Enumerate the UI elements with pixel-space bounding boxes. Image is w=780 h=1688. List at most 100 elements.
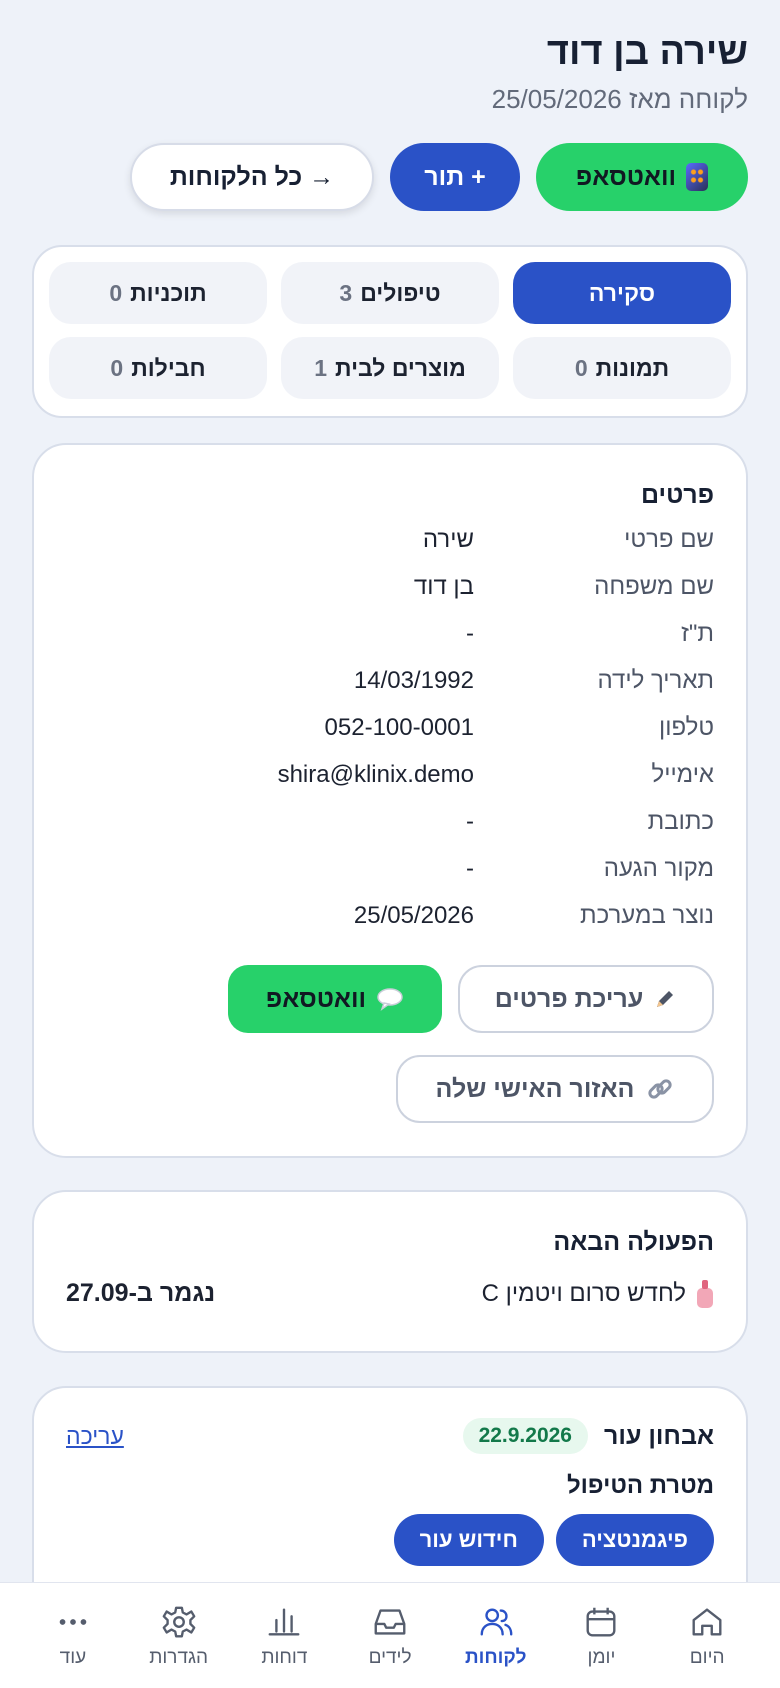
tab-count: 1 xyxy=(314,354,328,381)
all-clients-label: → כל הלקוחות xyxy=(169,162,335,191)
detail-label: נוצר במערכת xyxy=(579,901,714,929)
tab-photos[interactable]: תמונות 0 xyxy=(513,337,731,399)
detail-value: 14/03/1992 xyxy=(353,666,474,694)
skin-exam-date-badge: 22.9.2026 xyxy=(462,1418,588,1454)
detail-label: אימייל xyxy=(651,760,715,788)
bottle-icon xyxy=(696,1279,714,1308)
tab-packages[interactable]: חבילות 0 xyxy=(49,337,267,399)
detail-row-id: ת"ז - xyxy=(66,610,714,657)
phone-icon xyxy=(686,163,709,191)
detail-value: - xyxy=(466,854,474,882)
detail-row-first-name: שם פרטי שירה xyxy=(66,516,714,563)
more-icon xyxy=(59,1618,87,1625)
speech-bubble-icon xyxy=(377,988,403,1011)
client-portal-label: האזור האישי שלה xyxy=(435,1074,635,1103)
detail-label: טלפון xyxy=(658,713,714,741)
tab-overview[interactable]: סקירה xyxy=(513,262,731,324)
pencil-icon xyxy=(657,991,674,1007)
details-whatsapp-button[interactable]: וואטסאפ xyxy=(228,965,442,1033)
whatsapp-button[interactable]: וואטסאפ xyxy=(536,143,748,211)
whatsapp-button-label: וואטסאפ xyxy=(575,162,677,191)
tab-label: סקירה xyxy=(588,279,656,306)
link-icon xyxy=(648,1079,673,1099)
users-icon xyxy=(480,1607,513,1636)
tab-label: טיפולים xyxy=(360,279,441,306)
tab-home-products[interactable]: מוצרים לבית 1 xyxy=(281,337,499,399)
treatment-goal-title: מטרת הטיפול xyxy=(566,1472,714,1499)
next-action-card: הפעולה הבאה לחדש סרום ויטמין C נגמר ב-27… xyxy=(32,1190,748,1353)
header-actions: וואטסאפ + תור → כל הלקוחות xyxy=(32,143,748,213)
tab-count: 0 xyxy=(574,354,588,381)
detail-row-phone: טלפון 052-100-0001 xyxy=(66,704,714,751)
tab-count: 0 xyxy=(109,279,123,306)
detail-row-email: אימייל shira@klinix.demo xyxy=(66,751,714,798)
client-name: שירה בן דוד xyxy=(546,31,748,73)
detail-label: מקור הגעה xyxy=(603,854,714,882)
goal-chip[interactable]: חידוש עור xyxy=(393,1514,544,1566)
detail-value: 052-100-0001 xyxy=(324,713,474,741)
skin-exam-edit-link[interactable]: עריכה xyxy=(66,1423,124,1450)
details-title: פרטים xyxy=(641,481,714,509)
tab-label: חבילות xyxy=(131,354,206,381)
detail-value: - xyxy=(466,807,474,835)
nav-item-calendar[interactable]: יומן xyxy=(553,1603,649,1669)
edit-details-label: עריכת פרטים xyxy=(494,984,644,1013)
next-action-title: הפעולה הבאה xyxy=(553,1228,714,1256)
detail-label: כתובת xyxy=(647,807,714,835)
detail-label: ת"ז xyxy=(681,619,714,647)
detail-value: shira@klinix.demo xyxy=(277,760,474,788)
details-card: פרטים שם פרטי שירה שם משפחה בן דוד ת"ז -… xyxy=(32,443,748,1158)
detail-label: שם משפחה xyxy=(594,572,714,600)
nav-item-reports[interactable]: דוחות xyxy=(236,1603,332,1669)
all-clients-button[interactable]: → כל הלקוחות xyxy=(130,143,374,211)
next-action-item: לחדש סרום ויטמין C xyxy=(481,1279,714,1308)
detail-value: 25/05/2026 xyxy=(353,901,474,929)
client-since: לקוחה מאז 25/05/2026 xyxy=(491,84,748,114)
new-appointment-label: + תור xyxy=(424,162,486,191)
goal-chip[interactable]: פיגמנטציה xyxy=(555,1514,714,1566)
detail-row-last-name: שם משפחה בן דוד xyxy=(66,563,714,610)
bar-chart-icon xyxy=(268,1607,300,1636)
nav-label: יומן xyxy=(587,1646,616,1668)
bottom-nav: היום יומן לקוחות לידים דוחות הגדרות עוד xyxy=(0,1582,780,1688)
nav-item-today[interactable]: היום xyxy=(659,1603,755,1669)
new-appointment-button[interactable]: + תור xyxy=(390,143,520,211)
nav-item-leads[interactable]: לידים xyxy=(342,1603,438,1669)
tab-count: 0 xyxy=(110,354,124,381)
nav-label: לקוחות xyxy=(465,1646,527,1668)
client-portal-button[interactable]: האזור האישי שלה xyxy=(396,1055,714,1123)
detail-row-address: כתובת - xyxy=(66,798,714,845)
nav-label: הגדרות xyxy=(149,1646,209,1668)
detail-label: שם פרטי xyxy=(624,525,714,553)
skin-exam-title: אבחון עור xyxy=(604,1421,714,1450)
details-whatsapp-label: וואטסאפ xyxy=(265,984,367,1013)
next-action-due: נגמר ב-27.09 xyxy=(66,1279,216,1307)
tab-label: תוכניות xyxy=(130,279,207,306)
tab-label: תמונות xyxy=(595,354,670,381)
detail-value: בן דוד xyxy=(413,572,474,600)
nav-item-clients[interactable]: לקוחות xyxy=(448,1603,544,1669)
detail-label: תאריך לידה xyxy=(597,666,714,694)
detail-value: - xyxy=(466,619,474,647)
tab-count: 3 xyxy=(339,279,353,306)
tab-treatments[interactable]: טיפולים 3 xyxy=(281,262,499,324)
gear-icon xyxy=(162,1606,196,1637)
detail-value: שירה xyxy=(422,525,474,553)
calendar-icon xyxy=(586,1607,616,1636)
detail-row-created: נוצר במערכת 25/05/2026 xyxy=(66,892,714,939)
nav-label: לידים xyxy=(368,1646,412,1668)
home-icon xyxy=(692,1607,722,1636)
nav-item-more[interactable]: עוד xyxy=(25,1603,121,1669)
edit-details-button[interactable]: עריכת פרטים xyxy=(458,965,714,1033)
nav-label: עוד xyxy=(59,1646,87,1668)
next-action-text: לחדש סרום ויטמין C xyxy=(481,1279,686,1307)
detail-row-source: מקור הגעה - xyxy=(66,845,714,892)
nav-label: היום xyxy=(689,1646,725,1668)
nav-item-settings[interactable]: הגדרות xyxy=(131,1603,227,1669)
nav-label: דוחות xyxy=(261,1646,308,1668)
tab-plans[interactable]: תוכניות 0 xyxy=(49,262,267,324)
inbox-icon xyxy=(374,1608,406,1635)
tab-label: מוצרים לבית xyxy=(335,354,466,381)
detail-row-birthdate: תאריך לידה 14/03/1992 xyxy=(66,657,714,704)
tabs-card: סקירה טיפולים 3 תוכניות 0 תמונות 0 מוצרי… xyxy=(32,245,748,418)
